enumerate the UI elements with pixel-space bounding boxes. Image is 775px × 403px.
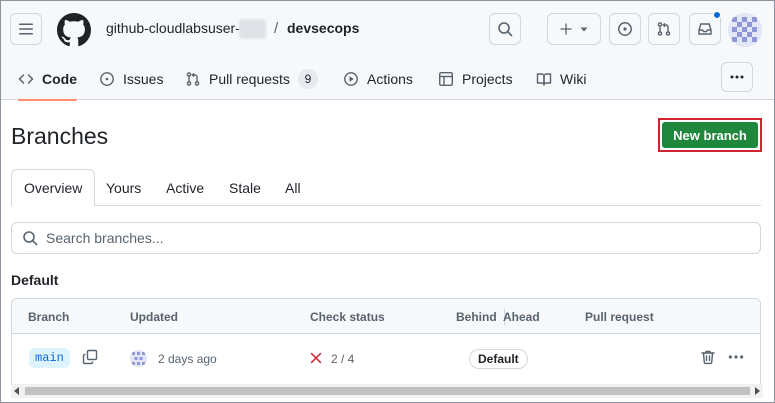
menu-button[interactable]: [10, 13, 42, 45]
app-window: github-cloudlabsuser- / devsecops Code I…: [0, 0, 775, 403]
book-icon: [536, 73, 552, 86]
menu-icon: [19, 23, 33, 35]
branch-name-link[interactable]: main: [29, 348, 70, 368]
tab-code[interactable]: Code: [18, 58, 77, 101]
column-pull-request: Pull request: [585, 310, 654, 324]
horizontal-scrollbar[interactable]: [11, 384, 763, 398]
search-icon: [498, 22, 513, 37]
tab-wiki[interactable]: Wiki: [536, 58, 586, 100]
tab-actions-label: Actions: [367, 71, 413, 87]
repo-owner-link[interactable]: github-cloudlabsuser-: [106, 20, 240, 36]
column-behind: Behind: [456, 310, 497, 324]
table-header: Branch Updated Check status Behind Ahead…: [12, 299, 760, 334]
copy-icon[interactable]: [82, 349, 98, 365]
tab-all[interactable]: All: [273, 169, 313, 206]
tab-stale[interactable]: Stale: [217, 169, 273, 206]
code-icon: [18, 74, 34, 84]
plus-icon: [560, 23, 572, 35]
tab-active[interactable]: Active: [154, 169, 216, 206]
copilot-button[interactable]: [609, 13, 641, 45]
column-branch: Branch: [28, 310, 70, 324]
pull-request-icon: [186, 72, 200, 86]
inbox-icon: [698, 23, 712, 35]
tab-overview[interactable]: Overview: [11, 169, 96, 206]
tab-pull-requests[interactable]: Pull requests 9: [185, 58, 318, 100]
kebab-horizontal-icon[interactable]: [727, 348, 745, 366]
section-title-default: Default: [11, 272, 59, 288]
issue-icon: [100, 72, 114, 86]
pull-requests-count: 9: [297, 69, 318, 89]
column-check-status: Check status: [310, 310, 385, 324]
chevron-down-icon: [580, 27, 588, 32]
column-updated: Updated: [130, 310, 178, 324]
play-icon: [344, 72, 358, 86]
branches-table: Branch Updated Check status Behind Ahead…: [11, 298, 761, 388]
pull-requests-button[interactable]: [648, 13, 680, 45]
branch-filter-tabs: Overview Yours Active Stale All: [11, 169, 761, 206]
avatar[interactable]: [130, 350, 147, 367]
avatar[interactable]: [728, 13, 762, 47]
table-row: main 2 days ago 2 / 4 Default: [12, 334, 760, 384]
trash-icon[interactable]: [700, 349, 716, 365]
table-icon: [439, 72, 454, 87]
search-branches-input[interactable]: [46, 230, 696, 246]
search-icon: [23, 231, 38, 246]
github-logo[interactable]: [57, 13, 91, 47]
new-branch-highlight: New branch: [658, 118, 762, 152]
tab-issues[interactable]: Issues: [99, 58, 163, 100]
updated-time: 2 days ago: [158, 352, 217, 366]
scroll-right-icon[interactable]: [755, 387, 760, 395]
check-status-value[interactable]: 2 / 4: [331, 352, 354, 366]
tab-issues-label: Issues: [123, 71, 164, 87]
notification-dot: [713, 11, 721, 19]
breadcrumb-separator: /: [274, 20, 279, 37]
tab-wiki-label: Wiki: [560, 71, 587, 87]
pull-request-icon: [657, 22, 671, 36]
default-badge: Default: [469, 349, 528, 369]
tab-yours[interactable]: Yours: [94, 169, 153, 206]
tab-pull-requests-label: Pull requests: [209, 71, 290, 87]
search-button[interactable]: [489, 13, 521, 45]
scrollbar-thumb[interactable]: [25, 387, 750, 395]
tab-code-label: Code: [42, 71, 77, 87]
kebab-horizontal-icon: [730, 75, 744, 79]
x-icon[interactable]: [309, 351, 323, 365]
search-branches-box: [11, 222, 761, 254]
repo-nav-more-button[interactable]: [721, 62, 753, 92]
redacted-username: [239, 19, 266, 39]
scroll-left-icon[interactable]: [14, 387, 19, 395]
new-branch-button[interactable]: New branch: [662, 122, 758, 148]
tab-actions[interactable]: Actions: [343, 58, 413, 100]
page-title: Branches: [11, 123, 109, 149]
copilot-icon: [618, 22, 632, 36]
tab-projects[interactable]: Projects: [438, 58, 513, 100]
repo-header: github-cloudlabsuser- / devsecops Code I…: [1, 1, 774, 101]
create-new-button[interactable]: [547, 13, 601, 45]
column-ahead: Ahead: [503, 310, 540, 324]
tab-projects-label: Projects: [462, 71, 513, 87]
repo-name-link[interactable]: devsecops: [287, 20, 359, 36]
